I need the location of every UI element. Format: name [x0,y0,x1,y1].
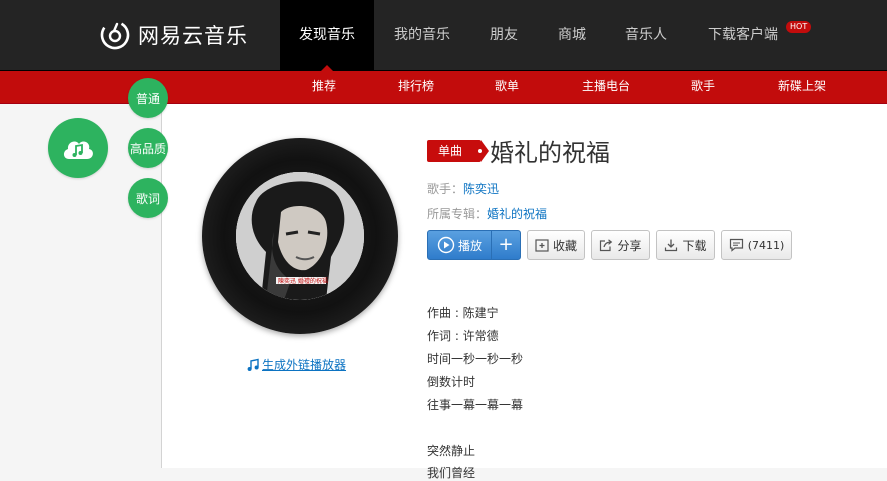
collect-icon [535,238,549,252]
lyrics-button[interactable]: 歌词 [128,178,168,218]
nav-label: 商城 [558,27,586,43]
download-button[interactable]: 下载 [656,230,715,260]
lyric-line: 倒数计时 [427,375,476,389]
collect-button[interactable]: 收藏 [527,230,585,260]
album-label: 所属专辑： [427,207,488,221]
album-disc: 陳奕迅 婚禮的祝福 [202,138,398,334]
netease-music-logo-icon [100,20,130,50]
nav-friends[interactable]: 朋友 [470,0,538,70]
nav-download-client[interactable]: 下载客户端 HOT [686,0,812,70]
logo[interactable]: 网易云音乐 [100,18,248,52]
album-cover-image: 陳奕迅 婚禮的祝福 [236,172,364,300]
badge-label: 单曲 [438,144,463,158]
hot-badge: HOT [786,21,812,33]
share-label: 分享 [617,238,642,253]
quality-label: 歌词 [135,191,160,206]
comment-count: (7411) [747,238,785,252]
add-to-playlist-button[interactable]: + [492,231,520,259]
ext-link-label: 生成外链播放器 [262,358,347,372]
collect-label: 收藏 [552,238,577,253]
nav-label: 发现音乐 [299,27,355,43]
subnav-charts[interactable]: 排行榜 [398,71,434,103]
download-icon [664,238,678,252]
logo-text: 网易云音乐 [138,24,248,48]
album-line: 所属专辑：婚礼的祝福 [427,205,547,222]
cloud-music-icon [63,141,93,159]
badge-dot [478,149,482,153]
generate-external-player-link[interactable]: 生成外链播放器 [246,356,346,373]
quality-normal-button[interactable]: 普通 [128,78,168,118]
lyric-line: 作词 : 许常德 [427,329,499,343]
top-nav: 发现音乐 我的音乐 朋友 商城 音乐人 下载客户端 HOT [280,0,812,71]
share-button[interactable]: 分享 [591,230,650,260]
lyric-line: 时间一秒一秒一秒 [427,352,524,366]
comment-icon [729,238,744,252]
subnav-playlists[interactable]: 歌单 [495,71,519,103]
nav-musician[interactable]: 音乐人 [606,0,686,70]
nav-label: 下载客户端 [708,27,778,43]
subnav-recommend[interactable]: 推荐 [312,71,336,103]
nav-label: 朋友 [490,27,518,43]
lyric-line: 作曲 : 陈建宁 [427,306,499,320]
quality-label: 普通 [135,91,160,106]
play-button-group: 播放 + [427,230,521,260]
lyric-line: 往事一幕一幕一幕 [427,398,524,412]
play-label: 播放 [457,238,482,253]
single-badge: 单曲 [427,140,489,162]
subnav-radio[interactable]: 主播电台 [582,71,630,103]
subnav-artists[interactable]: 歌手 [691,71,715,103]
cloud-music-button[interactable] [48,118,108,178]
nav-label: 我的音乐 [394,27,450,43]
artist-label: 歌手： [427,182,464,196]
download-label: 下载 [682,238,707,253]
subnav-new-albums[interactable]: 新碟上架 [778,71,826,103]
nav-discover-music[interactable]: 发现音乐 [280,0,374,71]
share-icon [599,238,613,252]
nav-my-music[interactable]: 我的音乐 [374,0,470,70]
quality-high-button[interactable]: 高品质 [128,128,168,168]
play-button[interactable]: 播放 [428,231,491,259]
album-link[interactable]: 婚礼的祝福 [487,207,547,221]
play-icon [437,236,455,254]
lyric-line: 突然静止 [427,444,476,458]
song-title: 婚礼的祝福 [490,139,610,167]
artist-line: 歌手：陈奕迅 [427,180,499,197]
cover-text: 陳奕迅 婚禮的祝福 [278,277,328,285]
lyric-line: 我们曾经 [427,466,476,480]
top-bar: 网易云音乐 发现音乐 我的音乐 朋友 商城 音乐人 下载客户端 HOT [0,0,887,71]
music-note-icon [247,358,259,371]
nav-label: 音乐人 [625,27,667,43]
nav-mall[interactable]: 商城 [538,0,606,70]
quality-label: 高品质 [129,141,166,156]
comment-button[interactable]: (7411) [721,230,792,260]
artist-link[interactable]: 陈奕迅 [463,182,499,196]
album-cover: 陳奕迅 婚禮的祝福 [236,172,364,300]
